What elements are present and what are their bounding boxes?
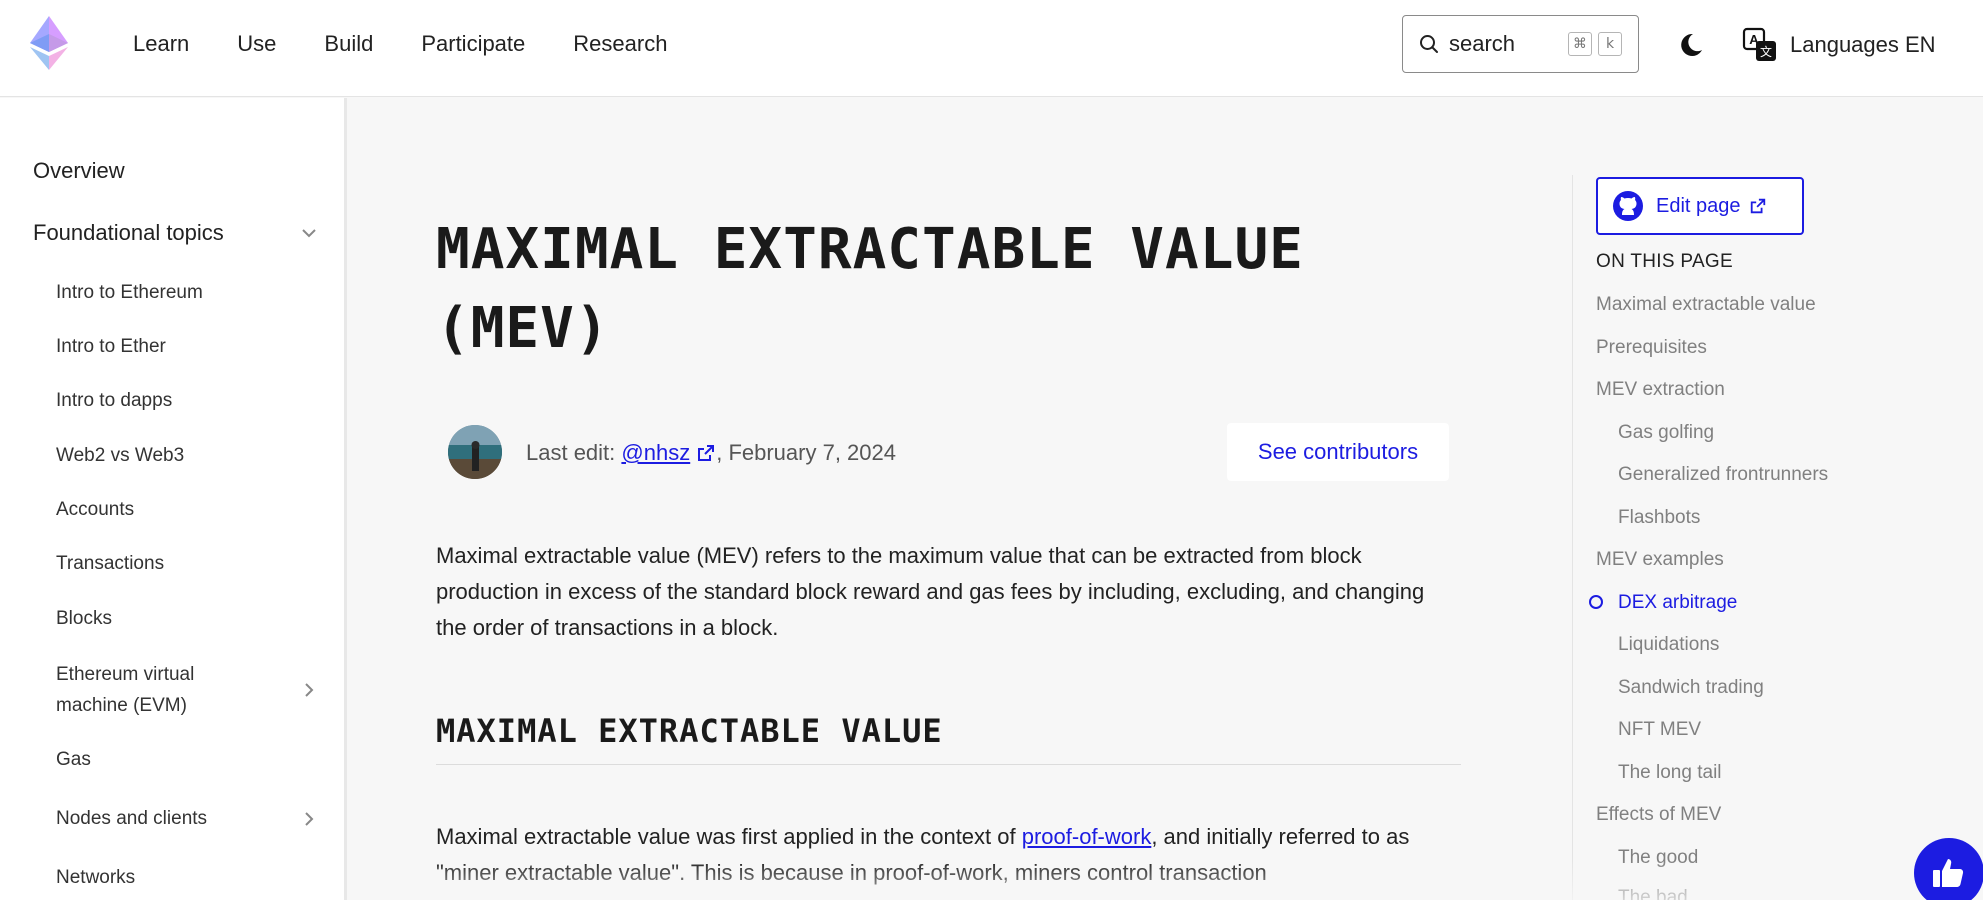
svg-text:文: 文	[1760, 44, 1772, 59]
paragraph-text: Maximal extractable value was first appl…	[436, 824, 1022, 849]
top-header: Learn Use Build Participate Research sea…	[0, 0, 1983, 97]
sidebar-item-label: Nodes and clients	[56, 808, 208, 829]
language-label: Languages EN	[1790, 32, 1936, 57]
github-icon	[1613, 191, 1643, 221]
toc-item-liquidations[interactable]: Liquidations	[1618, 632, 1719, 658]
sidebar-item-label: Intro to dapps	[56, 390, 173, 411]
edit-page-label: Edit page	[1656, 194, 1741, 217]
sidebar-section-label: Foundational topics	[33, 220, 224, 245]
sidebar-item-label: Accounts	[56, 499, 135, 520]
toc-heading: ON THIS PAGE	[1596, 251, 1733, 272]
see-contributors-button[interactable]: See contributors	[1227, 423, 1449, 481]
language-picker[interactable]: A 文 Languages EN	[1742, 27, 1936, 63]
sidebar-item-gas[interactable]: Gas	[56, 744, 326, 775]
shortcut-key-cmd: ⌘	[1568, 32, 1592, 56]
last-edit-prefix: Last edit:	[526, 440, 616, 465]
toc-item-nft-mev[interactable]: NFT MEV	[1618, 717, 1701, 743]
sidebar-item-intro-dapps[interactable]: Intro to dapps	[56, 385, 326, 416]
toc-item-long-tail[interactable]: The long tail	[1618, 760, 1722, 786]
sidebar-item-blocks[interactable]: Blocks	[56, 603, 326, 634]
search-label: search	[1449, 31, 1516, 56]
toc-item-sandwich-trading[interactable]: Sandwich trading	[1618, 675, 1764, 701]
on-this-page-nav: Edit page ON THIS PAGE Maximal extractab…	[1572, 175, 1983, 900]
section-heading: MAXIMAL EXTRACTABLE VALUE	[436, 712, 1461, 765]
chevron-right-icon	[305, 811, 314, 826]
sidebar-item-intro-ether[interactable]: Intro to Ether	[56, 331, 326, 362]
external-link-icon	[698, 445, 715, 461]
proof-of-work-link[interactable]: proof-of-work	[1022, 824, 1152, 849]
main-nav: Learn Use Build Participate Research	[133, 30, 715, 58]
toc-item-effects-of-mev[interactable]: Effects of MEV	[1596, 802, 1721, 828]
sidebar-item-transactions[interactable]: Transactions	[56, 548, 326, 579]
feedback-button[interactable]	[1914, 838, 1983, 900]
ethereum-logo[interactable]	[30, 16, 68, 70]
toc-item-mev-examples[interactable]: MEV examples	[1596, 547, 1724, 573]
shortcut-key-k: k	[1598, 32, 1622, 56]
sidebar-item-label: Gas	[56, 749, 91, 770]
sidebar-item-nodes-clients[interactable]: Nodes and clients	[56, 803, 326, 834]
toc-item-the-bad[interactable]: The bad	[1618, 885, 1688, 900]
nav-use[interactable]: Use	[237, 30, 276, 58]
sidebar-item-label: Intro to Ethereum	[56, 282, 203, 303]
toc-item-gas-golfing[interactable]: Gas golfing	[1618, 420, 1714, 446]
sidebar-item-accounts[interactable]: Accounts	[56, 494, 326, 525]
sidebar-item-label: Networks	[56, 867, 136, 888]
edit-page-button[interactable]: Edit page	[1596, 177, 1804, 235]
translate-icon: A 文	[1742, 27, 1776, 61]
toc-item-the-good[interactable]: The good	[1618, 845, 1698, 871]
sidebar-item-evm[interactable]: Ethereum virtual machine (EVM)	[56, 659, 326, 721]
chevron-right-icon	[305, 683, 314, 697]
nav-build[interactable]: Build	[324, 30, 373, 58]
last-edit-date: , February 7, 2024	[716, 440, 896, 465]
sidebar-item-label: Ethereum virtual machine (EVM)	[56, 664, 195, 716]
sidebar-item-intro-ethereum[interactable]: Intro to Ethereum	[56, 277, 326, 308]
sidebar-item-label: Transactions	[56, 553, 165, 574]
sidebar-item-label: Intro to Ether	[56, 336, 166, 357]
toc-item-dex-arbitrage[interactable]: DEX arbitrage	[1618, 590, 1737, 616]
sidebar-item-overview[interactable]: Overview	[33, 158, 125, 184]
nav-participate[interactable]: Participate	[421, 30, 525, 58]
toc-item-prerequisites[interactable]: Prerequisites	[1596, 335, 1707, 361]
body-paragraph: Maximal extractable value was first appl…	[436, 819, 1446, 891]
external-link-icon	[1750, 198, 1765, 214]
sidebar-item-label: Blocks	[56, 608, 112, 629]
toc-item-flashbots[interactable]: Flashbots	[1618, 505, 1700, 531]
thumbs-up-icon	[1933, 859, 1964, 887]
sidebar-item-networks[interactable]: Networks	[56, 862, 326, 893]
last-edit-info: Last edit: @nhsz , February 7, 2024	[526, 440, 896, 466]
toc-item-mev-extraction[interactable]: MEV extraction	[1596, 377, 1725, 403]
docs-sidebar: Overview Foundational topics Intro to Et…	[0, 98, 347, 900]
main-content: MAXIMAL EXTRACTABLE VALUE (MEV) Last edi…	[347, 98, 1572, 900]
nav-learn[interactable]: Learn	[133, 30, 189, 58]
sidebar-item-web2-vs-web3[interactable]: Web2 vs Web3	[56, 440, 326, 471]
sidebar-item-label: Web2 vs Web3	[56, 445, 185, 466]
moon-icon[interactable]	[1676, 30, 1706, 60]
nav-research[interactable]: Research	[573, 30, 667, 58]
avatar[interactable]	[448, 425, 502, 479]
sidebar-section-foundational[interactable]: Foundational topics	[33, 220, 318, 246]
intro-paragraph: Maximal extractable value (MEV) refers t…	[436, 543, 1425, 640]
avatar-photo	[448, 425, 502, 479]
chevron-down-icon	[302, 229, 316, 238]
search-icon	[1420, 35, 1438, 53]
last-edit-user-link[interactable]: @nhsz	[621, 440, 690, 466]
toc-item-maximal-extractable-value[interactable]: Maximal extractable value	[1596, 292, 1816, 318]
active-indicator-icon	[1589, 595, 1603, 609]
search-button[interactable]: search ⌘ k	[1402, 15, 1639, 73]
page-title: MAXIMAL EXTRACTABLE VALUE (MEV)	[436, 217, 1304, 361]
toc-item-generalized-frontrunners[interactable]: Generalized frontrunners	[1618, 462, 1828, 488]
